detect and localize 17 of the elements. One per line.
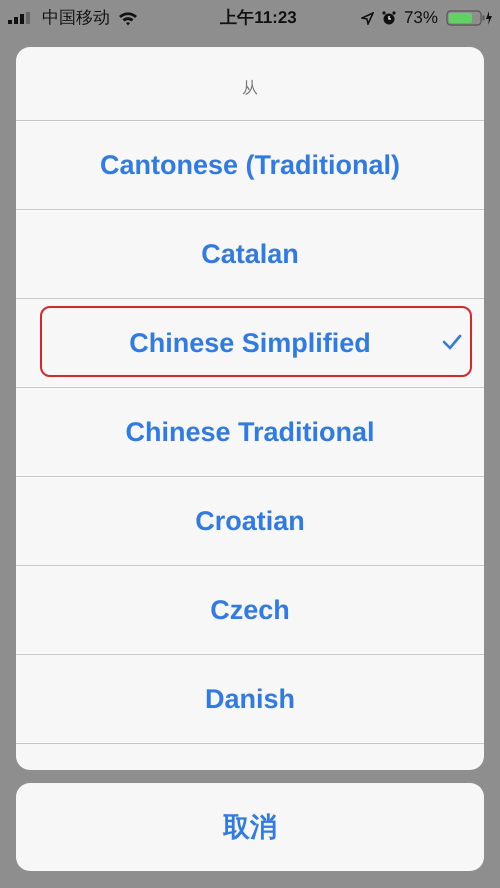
option-row[interactable]: Cantonese (Traditional) [16, 120, 484, 209]
option-row[interactable]: Czech [16, 565, 484, 654]
option-row[interactable]: Catalan [16, 209, 484, 298]
location-icon [360, 12, 374, 24]
battery-charging-icon [446, 10, 492, 26]
checkmark-icon [442, 334, 462, 350]
option-row[interactable]: Chinese Simplified [16, 298, 484, 387]
sheet-title: 从 [242, 80, 258, 97]
option-row[interactable]: Chinese Traditional [16, 387, 484, 476]
battery-percent: 73% [404, 7, 438, 30]
cancel-button[interactable]: 取消 [16, 783, 484, 871]
carrier-name: 中国移动 [42, 7, 110, 30]
wifi-icon [118, 10, 138, 26]
alarm-clock-icon [382, 11, 396, 25]
clock-time: 上午11:23 [220, 7, 297, 30]
option-row[interactable]: Danish [16, 654, 484, 743]
option-row[interactable]: Croatian [16, 476, 484, 565]
